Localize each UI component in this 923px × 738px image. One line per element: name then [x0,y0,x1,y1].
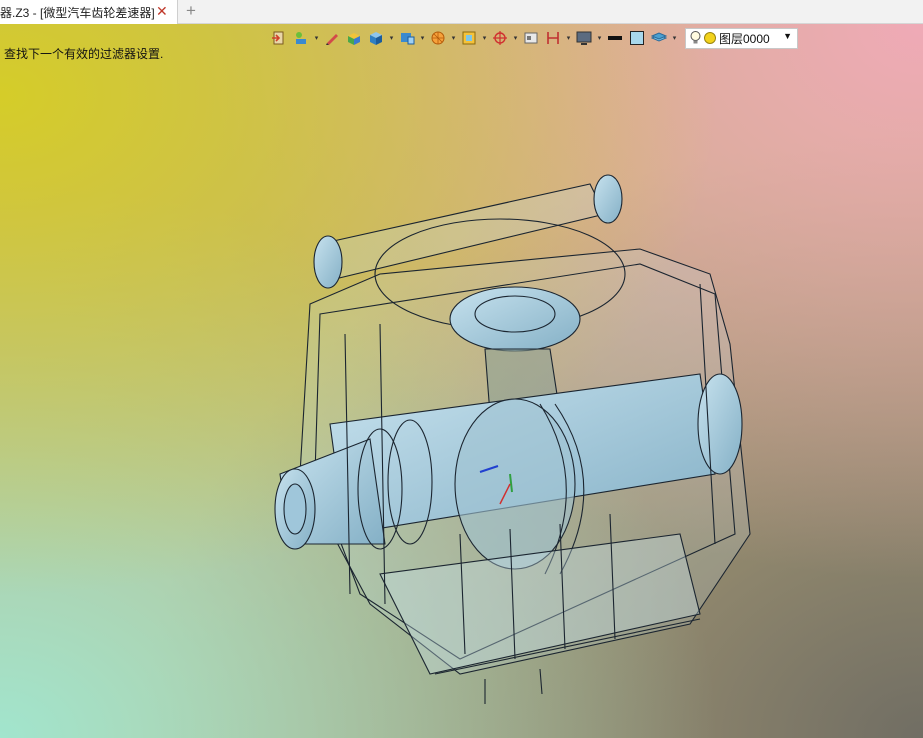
new-tab-button[interactable]: + [186,2,196,20]
layer-color-swatch [704,32,716,44]
lightbulb-icon [690,31,701,44]
frame-icon[interactable] [458,27,480,49]
chevron-down-icon[interactable]: ▾ [480,27,489,49]
shaded-box-icon[interactable] [343,27,365,49]
cube-icon[interactable] [365,27,387,49]
document-tab[interactable]: 器.Z3 - [微型汽车齿轮差速器] ✕ [0,0,178,24]
layers-icon[interactable] [648,27,670,49]
chevron-down-icon: ▼ [783,30,792,41]
exit-icon[interactable] [268,27,290,49]
view-toolbar: ▾ ▾ ▾ ▾ ▾ ▾ ▾ ▾ ▾ 图层0000 ▼ [268,27,798,49]
chevron-down-icon[interactable]: ▾ [670,27,679,49]
window-icon[interactable] [520,27,542,49]
display-filter-icon[interactable] [290,27,312,49]
view-cube-icon[interactable] [396,27,418,49]
chevron-down-icon[interactable]: ▾ [511,27,520,49]
render-icon[interactable] [427,27,449,49]
chevron-down-icon[interactable]: ▾ [312,27,321,49]
gear-differential-model[interactable] [260,154,770,714]
line-color-icon[interactable] [604,27,626,49]
chevron-down-icon[interactable]: ▾ [595,27,604,49]
graphics-viewport[interactable]: 查找下一个有效的过滤器设置. ▾ ▾ ▾ ▾ ▾ ▾ ▾ ▾ ▾ 图层0000 … [0,24,923,738]
monitor-icon[interactable] [573,27,595,49]
chevron-down-icon[interactable]: ▾ [564,27,573,49]
status-message: 查找下一个有效的过滤器设置. [4,47,164,61]
chevron-down-icon[interactable]: ▾ [449,27,458,49]
tab-title: 器.Z3 - [微型汽车齿轮差速器] [0,5,155,20]
fill-color-icon[interactable] [626,27,648,49]
layer-dropdown[interactable]: 图层0000 ▼ [685,27,798,49]
target-icon[interactable] [489,27,511,49]
chevron-down-icon[interactable]: ▾ [387,27,396,49]
pen-icon[interactable] [321,27,343,49]
close-icon[interactable]: ✕ [156,4,168,18]
dimension-icon[interactable] [542,27,564,49]
layer-name: 图层0000 [719,31,770,46]
chevron-down-icon[interactable]: ▾ [418,27,427,49]
tab-bar: 器.Z3 - [微型汽车齿轮差速器] ✕ + [0,0,923,24]
